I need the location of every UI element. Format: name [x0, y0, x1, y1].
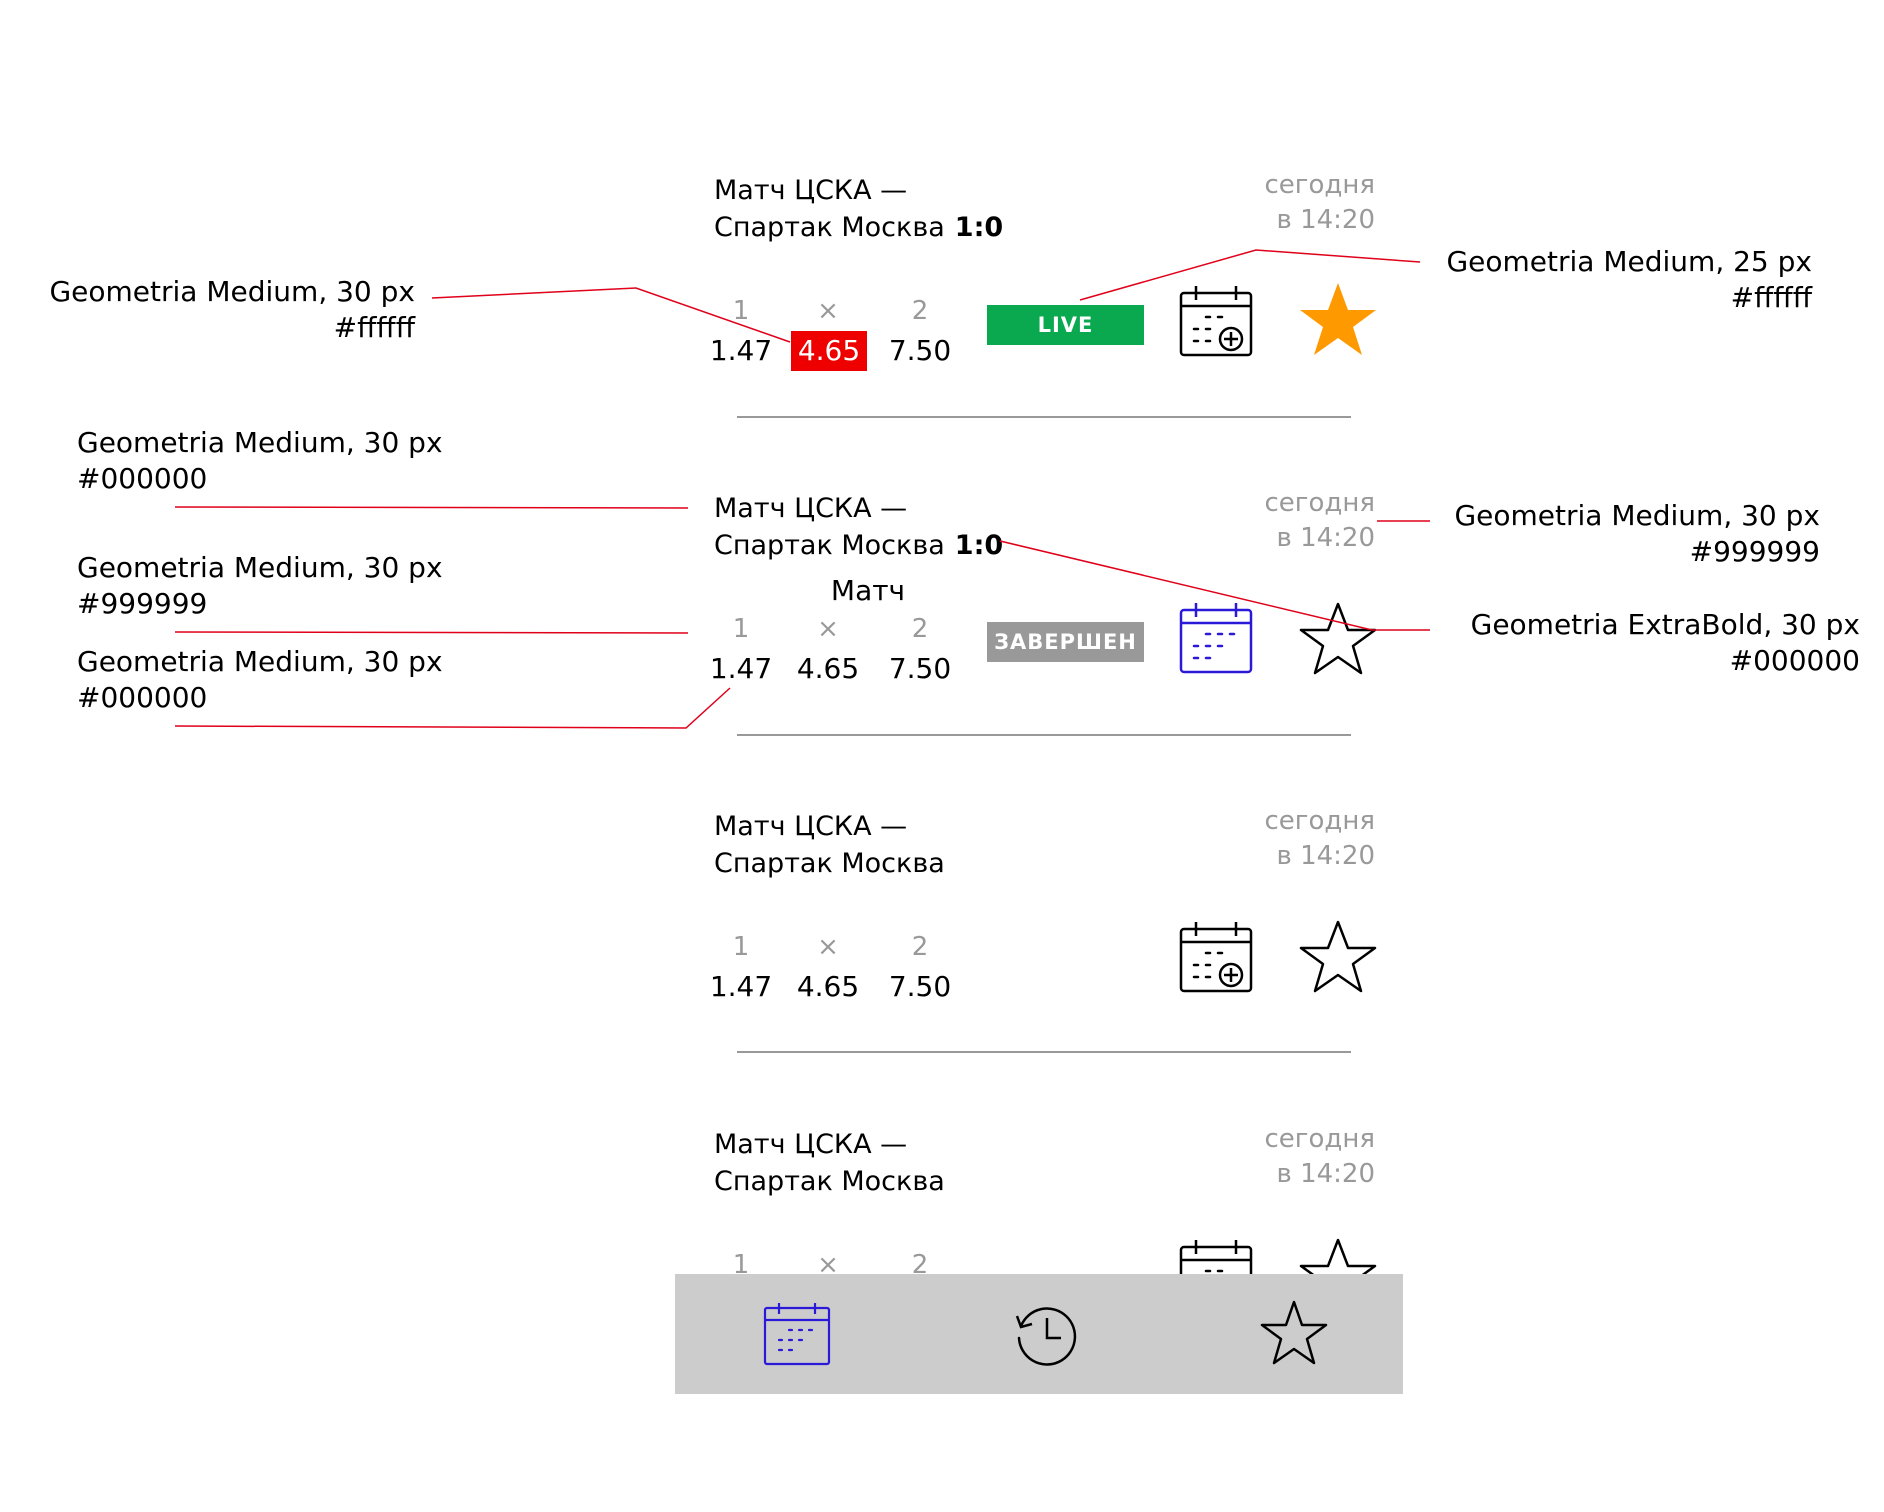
annotation-title-text: Geometria Medium, 30 px #000000: [77, 426, 443, 495]
annotation-live-badge: Geometria Medium, 25 px #ffffff: [1446, 245, 1812, 314]
annotation-score-text: Geometria ExtraBold, 30 px #000000: [1470, 608, 1860, 677]
annotation-odds-label: Geometria Medium, 30 px #999999: [77, 551, 443, 620]
annotation-odds-value: Geometria Medium, 30 px #000000: [77, 645, 443, 714]
annotation-highlight-odd: Geometria Medium, 30 px #ffffff: [49, 275, 415, 344]
annotation-lines: [174, 249, 1430, 729]
annotation-date-text: Geometria Medium, 30 px #999999: [1454, 499, 1820, 568]
